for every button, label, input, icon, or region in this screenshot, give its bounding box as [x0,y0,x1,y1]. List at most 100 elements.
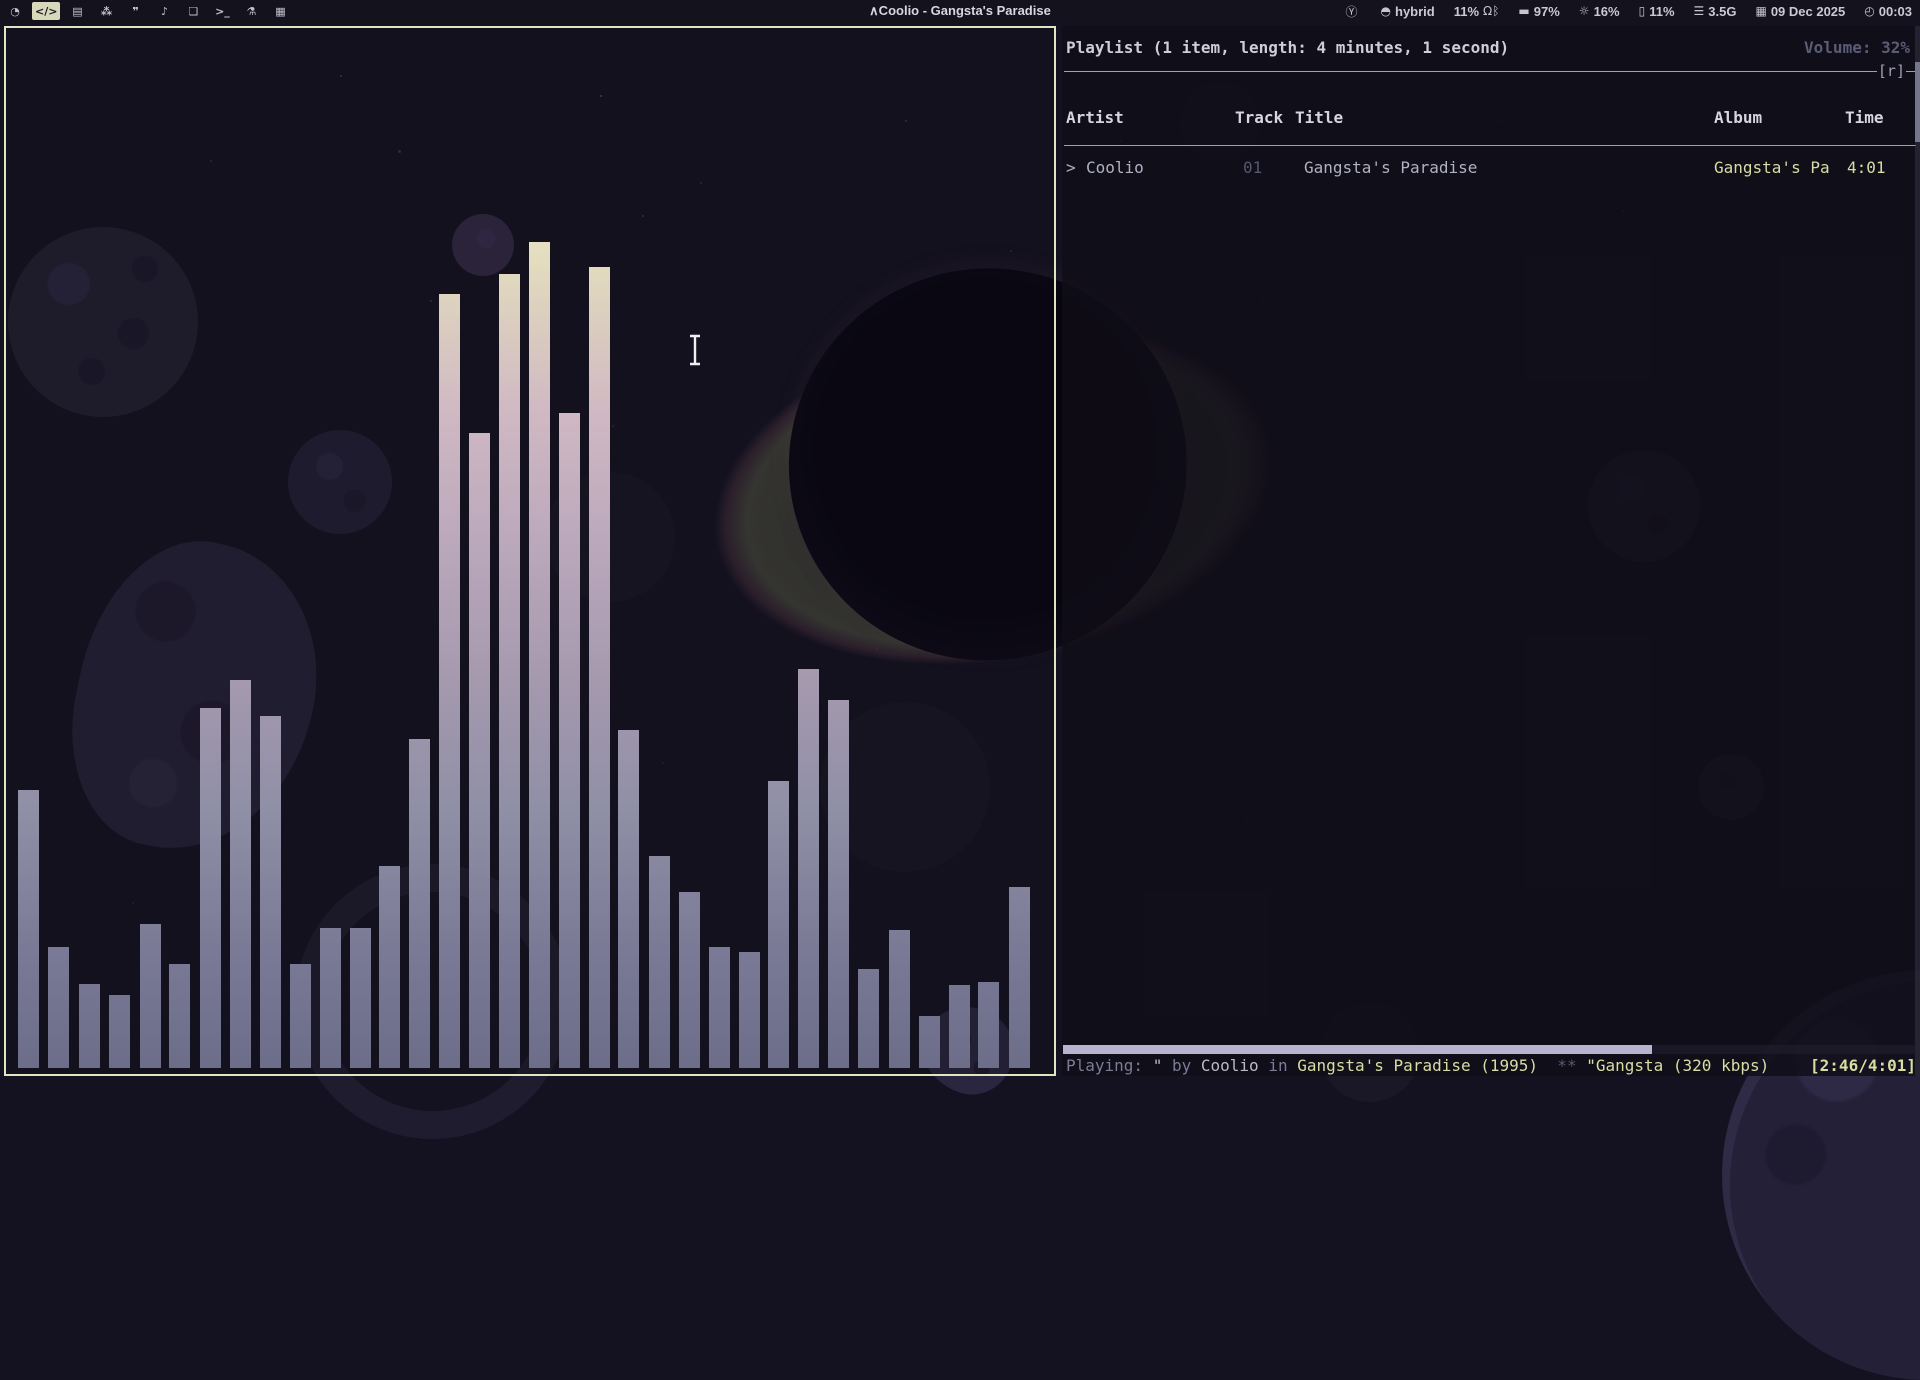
top-status-bar: ◔</>▤⁂❞♪❏>_⚗▦ ∧Coolio - Gangsta's Paradi… [0,0,1920,22]
tray-network[interactable]: ☰3.5G [1694,4,1737,19]
playback-progress-bar[interactable] [1063,1045,1916,1054]
playlist-row[interactable]: > Coolio 01 Gangsta's Paradise Gangsta's… [1062,158,1920,178]
status-time: [2:46/4:01] [1810,1056,1916,1075]
visualizer-bar [48,947,69,1068]
status-text: Playing: " by Coolio in Gangsta's Paradi… [1066,1056,1769,1075]
row-track-number: 01 [1243,158,1262,177]
status-segment: Gangsta's Paradise (1995) [1297,1056,1547,1075]
separator-headers [1064,145,1916,146]
visualizer-bar [529,242,550,1068]
visualizer-bar [439,294,460,1068]
visualizer-bar [798,669,819,1068]
repeat-badge: [r] [1877,66,1906,76]
visualizer-bar [768,781,789,1068]
tray-brightness[interactable]: ☼ 16% [1579,4,1620,19]
visualizer-bar [1009,887,1030,1068]
visualizer-bar [18,790,39,1068]
workspace-nodes-icon[interactable]: ⁂ [94,2,118,20]
visualizer-bar [230,680,251,1068]
tray-cpu-governor[interactable]: ◓ hybrid [1381,4,1435,19]
workspace-code-icon[interactable]: </> [32,2,60,20]
audio-visualizer [6,28,1054,1074]
cpu-governor-label: hybrid [1395,4,1435,19]
row-time: 4:01 [1847,158,1886,177]
visualizer-bar [499,274,520,1068]
workspace-terminal-icon[interactable]: >_ [210,2,234,20]
tray-audio-volume[interactable]: 11%Ωᛒ [1454,4,1500,19]
row-album: Gangsta's Pa [1714,158,1830,177]
tray-memory[interactable]: ▯11% [1639,4,1675,19]
date-icon: ▦ [1755,4,1766,18]
battery-label: 97% [1534,4,1560,19]
visualizer-bar [169,964,190,1068]
memory-icon: ▯ [1639,4,1646,18]
visualizer-window[interactable] [4,26,1056,1076]
network-icon: ☰ [1694,4,1705,18]
system-tray: Ⓨ◓hybrid11%Ωᛒ▬97%☼16%▯11%☰3.5G▦09 Dec 20… [1346,3,1920,20]
status-segment: Coolio [1201,1056,1268,1075]
playlist-column-headers: Artist Track Title Album Time [1062,108,1920,128]
visualizer-bar [260,716,281,1068]
visualizer-bar [649,856,670,1068]
visualizer-bar [109,995,130,1068]
battery-icon: ▬ [1518,4,1529,18]
brightness-icon: ☼ [1579,4,1590,18]
column-time: Time [1845,108,1884,127]
date-label: 09 Dec 2025 [1771,4,1845,19]
workspace-folder-icon[interactable]: ❏ [181,2,205,20]
moc-player-window[interactable]: Playlist (1 item, length: 4 minutes, 1 s… [1062,26,1920,1076]
visualizer-bar [618,730,639,1068]
visualizer-bar [739,952,760,1068]
playback-progress-fill [1063,1045,1652,1054]
column-track: Track [1235,108,1283,127]
visualizer-bar [978,982,999,1068]
separator-top: [r] [1064,66,1916,76]
text-cursor [686,333,704,372]
visualizer-bar [889,930,910,1068]
row-artist: Coolio [1086,158,1144,177]
visualizer-bar [469,433,490,1068]
workspace-book-icon[interactable]: ▤ [65,2,89,20]
visualizer-bar [679,892,700,1068]
playlist-summary: Playlist (1 item, length: 4 minutes, 1 s… [1066,38,1509,57]
status-segment: ** [1548,1056,1587,1075]
cpu-governor-icon: ◓ [1381,4,1391,18]
workspace-chat-icon[interactable]: ❞ [123,2,147,20]
visualizer-bar [79,984,100,1068]
visualizer-bar [379,866,400,1068]
playlist-header-row: Playlist (1 item, length: 4 minutes, 1 s… [1066,38,1910,57]
visualizer-bar [949,985,970,1068]
volume-indicator: Volume: 32% [1804,38,1910,57]
workspace-flask-icon[interactable]: ⚗ [239,2,263,20]
memory-label: 11% [1649,4,1674,19]
playlist-scrollbar[interactable] [1915,26,1920,1076]
player-status-line: Playing: " by Coolio in Gangsta's Paradi… [1066,1056,1916,1075]
workspace-image-icon[interactable]: ▦ [268,2,292,20]
visualizer-bar [409,739,430,1068]
visualizer-bar [200,708,221,1068]
tray-date[interactable]: ▦ 09 Dec 2025 [1755,4,1845,19]
network-label: 3.5G [1708,4,1736,19]
tray-clock[interactable]: ◴ 00:03 [1864,4,1912,19]
brightness-label: 16% [1594,4,1620,19]
workspace-browser-icon[interactable]: ◔ [3,2,27,20]
status-segment: Playing: [1066,1056,1153,1075]
privacy-icon: Ⓨ [1346,3,1358,20]
clock-icon: ◴ [1864,4,1874,18]
audio-volume-label: 11% [1454,4,1479,19]
status-segment: "Gangsta (320 kbps) [1586,1056,1769,1075]
workspace-switcher: ◔ </> ▤ ⁂ ❞ ♪ ❏ >_ ⚗ ▦ [3,2,292,20]
workspace-media-file-icon[interactable]: ♪ [152,2,176,20]
visualizer-bar [709,947,730,1068]
status-segment: by [1172,1056,1201,1075]
visualizer-bar [140,924,161,1068]
column-title: Title [1295,108,1343,127]
scrollbar-thumb[interactable] [1915,62,1920,142]
tray-privacy[interactable]: Ⓨ [1346,3,1362,20]
clock-label: 00:03 [1879,4,1912,19]
column-album: Album [1714,108,1762,127]
visualizer-bar [919,1016,940,1068]
tray-battery[interactable]: ▬ 97% [1518,4,1559,19]
status-segment: " [1153,1056,1172,1075]
visualizer-bar [290,964,311,1068]
